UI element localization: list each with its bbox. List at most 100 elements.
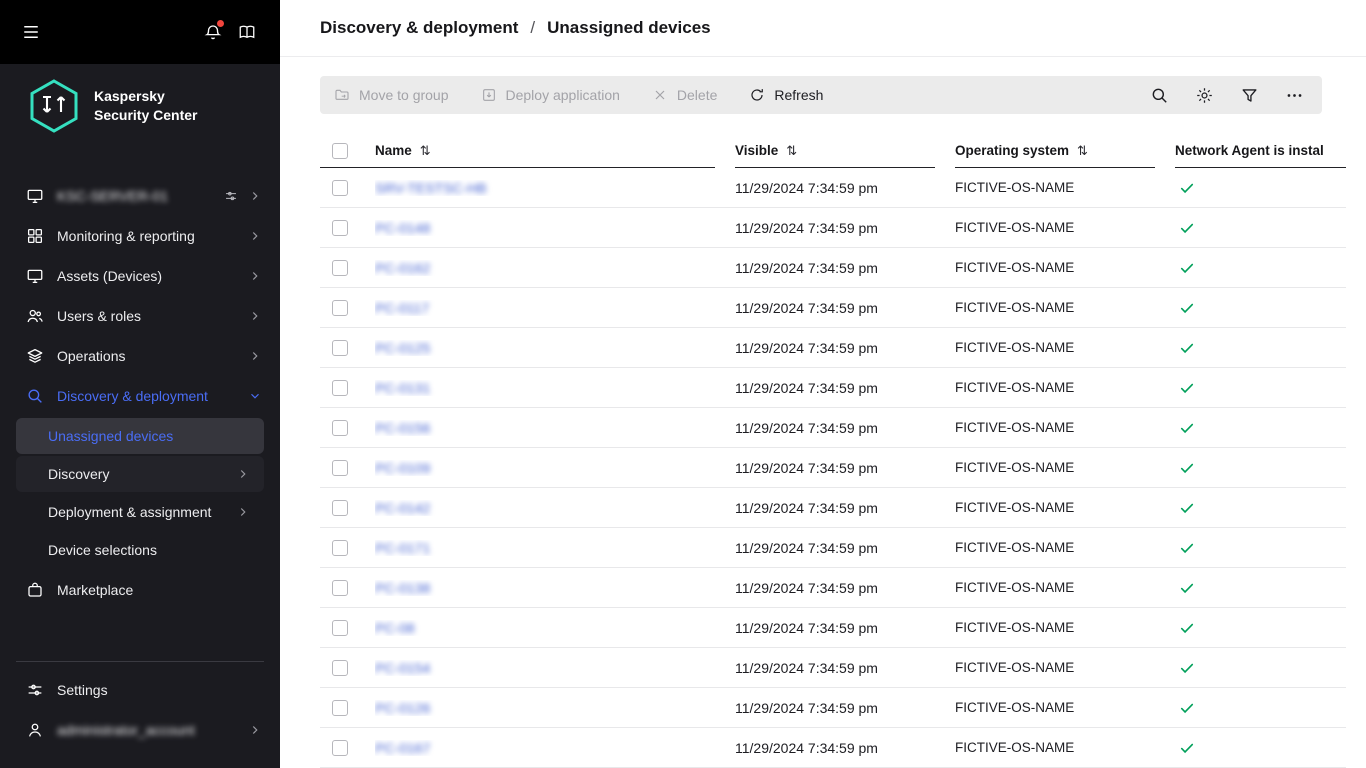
refresh-button[interactable]: Refresh — [749, 87, 823, 103]
agent-check-icon — [1178, 499, 1196, 517]
device-name-link[interactable]: PC-08 — [375, 620, 415, 636]
search-icon — [26, 387, 44, 405]
table-row: PC-0142 11/29/2024 7:34:59 pm FICTIVE-OS… — [320, 488, 1346, 528]
table-row: PC-0156 11/29/2024 7:34:59 pm FICTIVE-OS… — [320, 408, 1346, 448]
device-name-link[interactable]: PC-0126 — [375, 700, 430, 716]
chevron-right-icon — [248, 229, 262, 243]
os-cell: FICTIVE-OS-NAME — [955, 540, 1175, 555]
agent-check-icon — [1178, 419, 1196, 437]
more-icon[interactable] — [1285, 86, 1304, 105]
device-name-link[interactable]: PC-0138 — [375, 580, 430, 596]
page-title: Unassigned devices — [547, 18, 710, 38]
server-properties-icon[interactable] — [224, 189, 238, 203]
device-name-link[interactable]: PC-0109 — [375, 460, 430, 476]
visible-cell: 11/29/2024 7:34:59 pm — [735, 620, 955, 636]
subnav-label: Deployment & assignment — [48, 504, 211, 520]
device-name-link[interactable]: SRV-TESTSC-HB — [375, 180, 487, 196]
move-to-group-button[interactable]: Move to group — [334, 87, 449, 103]
sort-icon[interactable]: ⇅ — [786, 143, 797, 159]
row-checkbox[interactable] — [332, 660, 348, 676]
table-row: SRV-TESTSC-HB 11/29/2024 7:34:59 pm FICT… — [320, 168, 1346, 208]
device-name-link[interactable]: PC-0162 — [375, 260, 430, 276]
os-cell: FICTIVE-OS-NAME — [955, 420, 1175, 435]
move-to-group-label: Move to group — [359, 87, 449, 103]
os-cell: FICTIVE-OS-NAME — [955, 220, 1175, 235]
app-window: Kaspersky Security Center KSC-SERVER-01 … — [0, 0, 1366, 768]
agent-check-icon — [1178, 539, 1196, 557]
column-header-network-agent[interactable]: Network Agent is instal — [1175, 134, 1346, 168]
search-icon[interactable] — [1150, 86, 1169, 105]
sidebar-item-discovery-deployment[interactable]: Discovery & deployment — [0, 376, 280, 416]
device-name-link[interactable]: PC-0125 — [375, 340, 430, 356]
select-all-checkbox[interactable] — [332, 143, 348, 159]
device-name-link[interactable]: PC-0171 — [375, 540, 430, 556]
chevron-down-icon — [248, 389, 262, 403]
gear-icon[interactable] — [1195, 86, 1214, 105]
delete-button[interactable]: Delete — [652, 87, 717, 103]
subnav-label: Unassigned devices — [48, 428, 173, 444]
notification-dot — [217, 20, 224, 27]
row-checkbox[interactable] — [332, 700, 348, 716]
sidebar-subitem-device-selections[interactable]: Device selections — [16, 532, 264, 568]
nav-label: Monitoring & reporting — [57, 228, 195, 244]
toolbar-right-icons — [1150, 86, 1308, 105]
sidebar-item-admin-server[interactable]: KSC-SERVER-01 — [0, 176, 280, 216]
sidebar-subitem-unassigned-devices[interactable]: Unassigned devices — [16, 418, 264, 454]
device-name-link[interactable]: PC-0148 — [375, 220, 430, 236]
column-label: Visible — [735, 143, 778, 158]
sidebar-subitem-deployment-assignment[interactable]: Deployment & assignment — [16, 494, 264, 530]
sidebar-item-account[interactable]: administrator_account — [0, 710, 280, 750]
row-checkbox[interactable] — [332, 180, 348, 196]
device-name-link[interactable]: PC-0117 — [375, 300, 429, 316]
sidebar-item-users-roles[interactable]: Users & roles — [0, 296, 280, 336]
device-name-link[interactable]: PC-0156 — [375, 420, 430, 436]
visible-cell: 11/29/2024 7:34:59 pm — [735, 580, 955, 596]
deploy-application-label: Deploy application — [506, 87, 620, 103]
filter-icon[interactable] — [1240, 86, 1259, 105]
row-checkbox[interactable] — [332, 300, 348, 316]
row-checkbox[interactable] — [332, 580, 348, 596]
column-header-name[interactable]: Name ⇅ — [375, 134, 715, 168]
agent-check-icon — [1178, 219, 1196, 237]
visible-cell: 11/29/2024 7:34:59 pm — [735, 460, 955, 476]
chevron-right-icon — [248, 189, 262, 203]
app-logo-title: Kaspersky Security Center — [94, 87, 197, 125]
os-cell: FICTIVE-OS-NAME — [955, 620, 1175, 635]
sidebar-item-assets-devices[interactable]: Assets (Devices) — [0, 256, 280, 296]
notifications-bell-icon[interactable] — [204, 23, 222, 41]
sidebar-subitem-discovery[interactable]: Discovery — [16, 456, 264, 492]
sidebar-item-settings[interactable]: Settings — [0, 670, 280, 710]
row-checkbox[interactable] — [332, 260, 348, 276]
help-book-icon[interactable] — [238, 23, 256, 41]
nav-label: Discovery & deployment — [57, 388, 208, 404]
row-checkbox[interactable] — [332, 620, 348, 636]
column-header-operating-system[interactable]: Operating system ⇅ — [955, 134, 1155, 168]
os-cell: FICTIVE-OS-NAME — [955, 340, 1175, 355]
row-checkbox[interactable] — [332, 460, 348, 476]
os-cell: FICTIVE-OS-NAME — [955, 180, 1175, 195]
table-row: PC-0162 11/29/2024 7:34:59 pm FICTIVE-OS… — [320, 248, 1346, 288]
device-name-link[interactable]: PC-0167 — [375, 740, 430, 756]
row-checkbox[interactable] — [332, 220, 348, 236]
menu-icon[interactable] — [22, 23, 40, 41]
table-row: PC-0167 11/29/2024 7:34:59 pm FICTIVE-OS… — [320, 728, 1346, 768]
row-checkbox[interactable] — [332, 540, 348, 556]
sidebar-item-monitoring-reporting[interactable]: Monitoring & reporting — [0, 216, 280, 256]
column-label: Network Agent is instal — [1175, 143, 1324, 158]
row-checkbox[interactable] — [332, 420, 348, 436]
os-cell: FICTIVE-OS-NAME — [955, 740, 1175, 755]
row-checkbox[interactable] — [332, 340, 348, 356]
sidebar-item-operations[interactable]: Operations — [0, 336, 280, 376]
device-name-link[interactable]: PC-0142 — [375, 500, 430, 516]
breadcrumb-parent[interactable]: Discovery & deployment — [320, 18, 518, 38]
column-header-visible[interactable]: Visible ⇅ — [735, 134, 935, 168]
sort-icon[interactable]: ⇅ — [1077, 143, 1088, 159]
deploy-application-button[interactable]: Deploy application — [481, 87, 620, 103]
row-checkbox[interactable] — [332, 380, 348, 396]
row-checkbox[interactable] — [332, 740, 348, 756]
row-checkbox[interactable] — [332, 500, 348, 516]
sort-icon[interactable]: ⇅ — [420, 143, 431, 159]
sidebar-item-marketplace[interactable]: Marketplace — [0, 570, 280, 610]
device-name-link[interactable]: PC-0131 — [375, 380, 430, 396]
device-name-link[interactable]: PC-0154 — [375, 660, 430, 676]
